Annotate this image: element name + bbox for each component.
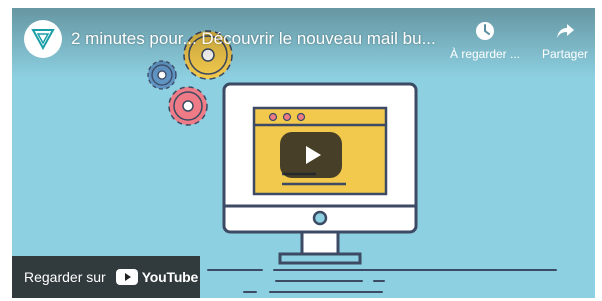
channel-logo[interactable] <box>24 20 62 58</box>
clock-icon <box>476 22 494 40</box>
share-label: Partager <box>541 47 589 61</box>
floor-lines <box>207 269 557 293</box>
play-button[interactable] <box>280 132 342 178</box>
youtube-play-icon <box>115 269 138 285</box>
share-icon <box>557 24 574 38</box>
watch-on-youtube-button[interactable]: Regarder sur YouTube <box>12 256 200 298</box>
youtube-logo: YouTube <box>115 269 199 285</box>
gear-pink-icon <box>168 86 208 126</box>
play-icon <box>305 146 321 164</box>
watch-later-button[interactable]: À regarder ... <box>444 20 526 61</box>
watch-later-label: À regarder ... <box>449 47 521 61</box>
video-title[interactable]: 2 minutes pour... Découvrir le nouveau m… <box>71 29 446 49</box>
video-player[interactable]: 2 minutes pour... Découvrir le nouveau m… <box>12 8 595 298</box>
youtube-wordmark: YouTube <box>141 269 199 285</box>
channel-logo-icon <box>31 29 55 50</box>
watch-on-label: Regarder sur <box>24 269 106 285</box>
share-button[interactable]: Partager <box>524 20 595 61</box>
